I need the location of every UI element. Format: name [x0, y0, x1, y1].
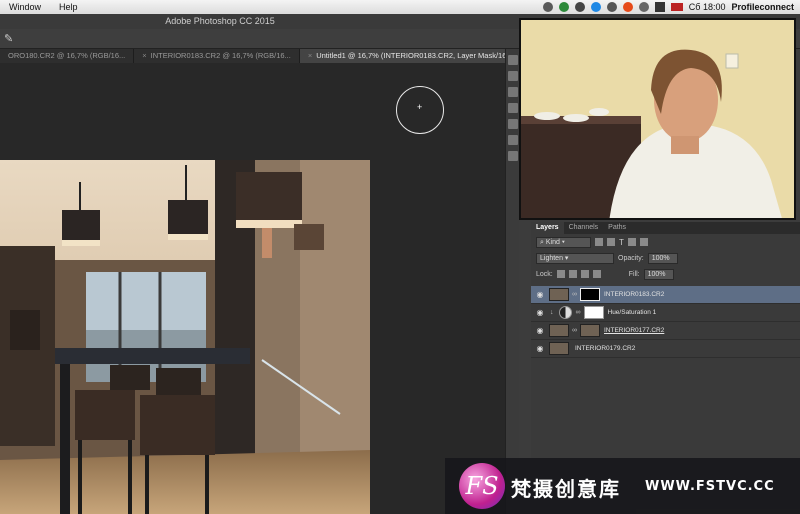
visibility-eye-icon[interactable]: ◉	[531, 326, 549, 335]
layer-mask-thumbnail[interactable]	[580, 288, 600, 301]
tab-document-3[interactable]: × Untitled1 @ 16,7% (INTERIOR0183.CR2, La…	[299, 49, 523, 63]
panel-toggle-button[interactable]	[508, 87, 518, 97]
watermark-url: WWW.FSTVC.CC	[645, 479, 775, 494]
watermark-banner: FS 梵摄创意库 WWW.FSTVC.CC	[445, 458, 800, 514]
app-title: Adobe Photoshop CC 2015	[165, 16, 275, 26]
lock-all-icon[interactable]	[592, 270, 601, 278]
fill-label: Fill:	[628, 270, 640, 278]
layer-name[interactable]: INTERIOR0179.CR2	[575, 345, 635, 352]
chain-link-icon[interactable]: ∞	[572, 291, 577, 298]
layer-name[interactable]: INTERIOR0177.CR2	[604, 327, 664, 334]
tray-skype-icon[interactable]	[590, 2, 601, 12]
visibility-eye-icon[interactable]: ◉	[531, 308, 549, 317]
tray-volume-icon[interactable]	[638, 2, 649, 12]
layer-mask-thumbnail[interactable]	[583, 306, 604, 319]
visibility-eye-icon[interactable]: ◉	[531, 344, 549, 353]
shape-filter-icon[interactable]	[627, 238, 636, 246]
watermark-logo: FS	[459, 463, 505, 509]
close-icon[interactable]: ×	[308, 51, 312, 60]
menu-help[interactable]: Help	[50, 2, 87, 12]
opacity-input[interactable]: 100%	[647, 252, 678, 264]
brush-cursor	[396, 86, 444, 134]
chain-link-icon[interactable]: ∞	[572, 327, 577, 334]
fill-input[interactable]: 100%	[643, 268, 674, 280]
tab-document-1[interactable]: ORO180.CR2 @ 16,7% (RGB/16...	[0, 49, 135, 63]
brush-tool-icon[interactable]: ✎	[4, 32, 13, 45]
panel-toggle-button[interactable]	[508, 55, 518, 65]
lock-position-icon[interactable]	[580, 270, 589, 278]
tray-close-icon[interactable]	[574, 2, 585, 12]
visibility-eye-icon[interactable]: ◉	[531, 290, 549, 299]
tray-sync-icon[interactable]	[558, 2, 569, 12]
panel-toggle-button[interactable]	[508, 135, 518, 145]
tab-layers[interactable]: Layers	[531, 222, 564, 234]
layer-mask-thumbnail[interactable]	[580, 324, 600, 337]
wifi-icon[interactable]	[654, 2, 665, 12]
layer-name[interactable]: INTERIOR0183.CR2	[604, 291, 664, 298]
layer-thumbnail	[549, 288, 569, 301]
tray-app-icon[interactable]	[542, 2, 553, 12]
language-flag-icon[interactable]	[670, 3, 683, 11]
panel-toggle-button[interactable]	[508, 119, 518, 129]
type-filter-icon[interactable]: T	[619, 238, 624, 247]
panel-toggle-button[interactable]	[508, 103, 518, 113]
layer-thumbnail	[549, 324, 569, 337]
filter-row: ⌕ Kind ▾ T	[531, 234, 800, 250]
panel-dock-strip	[505, 49, 519, 514]
tray-record-icon[interactable]	[622, 2, 633, 12]
mac-menu-bar: Window Help Сб 18:00 Profileconnect	[0, 0, 800, 14]
adjustment-filter-icon[interactable]	[607, 238, 615, 246]
tab-paths[interactable]: Paths	[603, 222, 631, 234]
webcam-overlay	[519, 18, 796, 220]
chain-link-icon[interactable]: ∞	[576, 309, 581, 316]
close-icon[interactable]: ×	[142, 51, 146, 60]
opacity-label: Opacity:	[618, 254, 644, 262]
lock-transparent-icon[interactable]	[556, 270, 565, 278]
tab-channels[interactable]: Channels	[564, 222, 604, 234]
layer-row[interactable]: ◉ ∞ INTERIOR0183.CR2	[531, 286, 800, 304]
blend-row: Lighten ▾ Opacity: 100%	[531, 250, 800, 266]
watermark-brand: 梵摄创意库	[511, 477, 621, 501]
menu-window[interactable]: Window	[0, 2, 50, 12]
interior-photo[interactable]	[0, 160, 370, 514]
layer-row[interactable]: ◉ ∞ INTERIOR0177.CR2	[531, 322, 800, 340]
lock-row: Lock: Fill: 100%	[531, 266, 800, 282]
clip-arrow-icon: ↓	[550, 309, 554, 316]
pixel-filter-icon[interactable]	[595, 238, 603, 246]
presenter-video	[521, 20, 794, 218]
clock[interactable]: Сб 18:00	[689, 2, 726, 12]
layers-panel-tabs: Layers Channels Paths	[531, 222, 800, 234]
adjustment-layer-icon	[558, 306, 572, 319]
status-tray: Сб 18:00 Profileconnect	[542, 0, 800, 14]
user-name[interactable]: Profileconnect	[731, 2, 794, 12]
layer-row[interactable]: ◉ INTERIOR0179.CR2	[531, 340, 800, 358]
panel-toggle-button[interactable]	[508, 151, 518, 161]
smart-object-filter-icon[interactable]	[639, 238, 648, 246]
layer-name[interactable]: Hue/Saturation 1	[608, 309, 657, 316]
tab-document-2[interactable]: × INTERIOR0183.CR2 @ 16,7% (RGB/16...	[134, 49, 300, 63]
layer-row[interactable]: ◉ ↓ ∞ Hue/Saturation 1	[531, 304, 800, 322]
filter-kind-select[interactable]: ⌕ Kind ▾	[536, 236, 591, 248]
interior-photo-image	[0, 160, 370, 514]
layers-panel: Layers Channels Paths ⌕ Kind ▾ T Lighten…	[531, 222, 800, 472]
lock-label: Lock:	[536, 270, 553, 278]
tray-bluetooth-icon[interactable]	[606, 2, 617, 12]
layer-thumbnail	[549, 342, 569, 355]
document-tabs: ORO180.CR2 @ 16,7% (RGB/16... × INTERIOR0…	[0, 49, 523, 63]
panel-toggle-button[interactable]	[508, 71, 518, 81]
lock-pixels-icon[interactable]	[568, 270, 577, 278]
blend-mode-select[interactable]: Lighten ▾	[536, 252, 614, 264]
